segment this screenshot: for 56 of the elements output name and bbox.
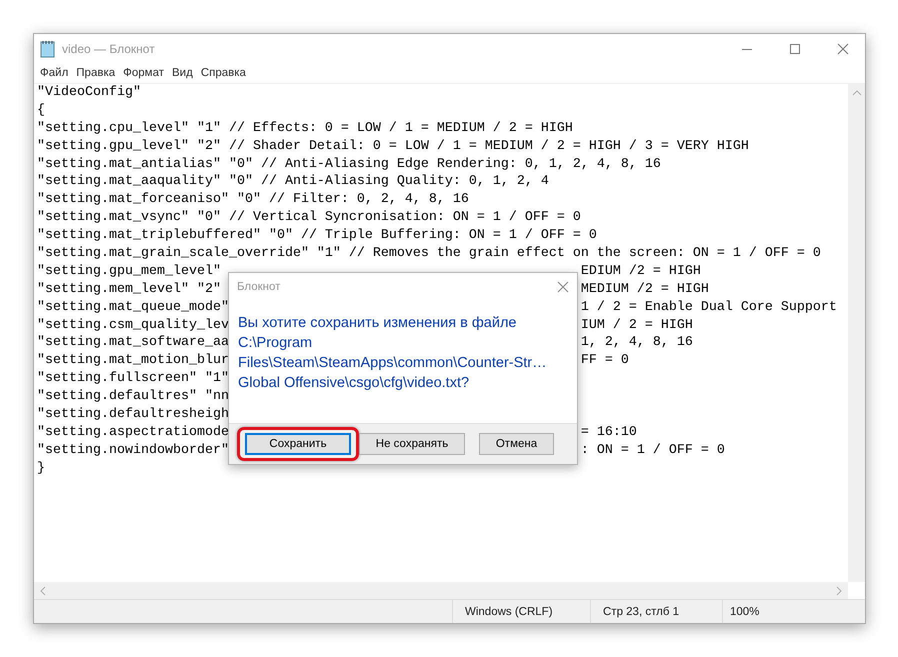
menu-item[interactable]: Формат bbox=[119, 67, 168, 79]
code-line: IUM / 2 = HIGH bbox=[580, 316, 693, 334]
code-line: "setting.mat_forceaniso" "0" // Filter: 0, 2, 4, 8, 16 bbox=[37, 191, 469, 210]
code-line: } bbox=[37, 460, 45, 478]
code-line: "setting.mat_vsync" "0" // Vertical Syncronisation: ON = 1 / OFF = 0 bbox=[37, 209, 581, 228]
code-line: "setting.aspectratiomode bbox=[37, 424, 229, 440]
dialog-button[interactable]: Не сохранять bbox=[359, 433, 465, 455]
close-icon[interactable] bbox=[557, 281, 569, 293]
code-line: "setting.gpu_level" "2" // Shader Detail: 0 = LOW / 1 = MEDIUM / 2 = HIGH / 3 = VERY HIGH bbox=[37, 138, 749, 156]
dialog-title: Блокнот bbox=[237, 281, 280, 293]
menu-item[interactable]: Правка bbox=[72, 67, 120, 79]
scroll-left-icon[interactable] bbox=[40, 586, 46, 596]
code-line: : ON = 1 / OFF = 0 bbox=[580, 442, 725, 460]
code-line: "setting.gpu_mem_level" bbox=[37, 264, 221, 279]
code-line: "setting.mat_aaquality" "0" // Anti-Aliasing Quality: 0, 1, 2, 4 bbox=[37, 173, 549, 192]
vertical-scrollbar[interactable] bbox=[848, 84, 865, 582]
window-title: video — Блокнот bbox=[62, 42, 155, 56]
code-line: "VideoConfig" bbox=[37, 84, 141, 102]
maximize-icon[interactable] bbox=[789, 42, 801, 54]
code-line: "setting.cpu_level" "1" // Effects: 0 = LOW / 1 = MEDIUM / 2 = HIGH bbox=[37, 120, 573, 138]
code-line: "setting.mem_level" "2" bbox=[37, 282, 221, 297]
code-line: { bbox=[37, 102, 45, 120]
code-line: "setting.defaultresheigh bbox=[37, 407, 229, 422]
horizontal-scrollbar[interactable] bbox=[34, 582, 848, 599]
dialog-message: C:\Program bbox=[238, 334, 314, 353]
code-line: EDIUM /2 = HIGH bbox=[580, 262, 701, 281]
code-line: "setting.mat_triplebuffered" "0" // Triple Buffering: ON = 1 / OFF = 0 bbox=[37, 227, 597, 246]
notepad-icon bbox=[40, 40, 56, 58]
code-line: FF = 0 bbox=[580, 352, 629, 370]
close-icon[interactable] bbox=[837, 42, 849, 54]
menu-item[interactable]: Файл bbox=[36, 67, 72, 79]
scroll-right-icon[interactable] bbox=[836, 586, 842, 596]
dialog-button[interactable]: Сохранить bbox=[245, 433, 351, 455]
code-line: MEDIUM /2 = HIGH bbox=[580, 280, 709, 299]
menu-item[interactable]: Справка bbox=[196, 67, 250, 79]
code-line: = 16:10 bbox=[580, 424, 637, 442]
code-line: "setting.defaultres" "nn bbox=[37, 389, 229, 404]
dialog-message: Global Offensive\csgo\cfg\video.txt? bbox=[238, 374, 470, 393]
code-line: "setting.mat_antialias" "0" // Anti-Aliasing Edge Rendering: 0, 1, 2, 4, 8, 16 bbox=[37, 156, 661, 174]
code-line: 1, 2, 4, 8, 16 bbox=[580, 334, 693, 352]
code-line: "setting.mat_motion_blur bbox=[37, 353, 229, 368]
code-line: "setting.mat_queue_mode" bbox=[37, 300, 229, 315]
dialog-message: Вы хотите сохранить изменения в файле bbox=[238, 314, 518, 333]
status-text: Стр 23, стлб 1 bbox=[590, 600, 722, 623]
code-line: "setting.mat_software_aa bbox=[37, 335, 229, 350]
dialog-message: Files\Steam\SteamApps\common\Counter-Str… bbox=[238, 354, 548, 373]
code-line: "setting.mat_grain_scale_override" "1" // Removes the grain effect on the screen: ON = 1 / OFF = 0 bbox=[37, 245, 821, 263]
code-line: "setting.nowindowborder" bbox=[37, 442, 229, 458]
dialog-button[interactable]: Отмена bbox=[479, 433, 554, 455]
code-line: "setting.fullscreen" "1" bbox=[37, 371, 229, 386]
status-text: Windows (CRLF) bbox=[452, 600, 590, 623]
status-text: 100% bbox=[722, 600, 865, 623]
menu-item[interactable]: Вид bbox=[168, 67, 197, 79]
code-line: 1 / 2 = Enable Dual Core Support bbox=[580, 298, 837, 317]
scroll-up-icon[interactable] bbox=[852, 90, 862, 96]
code-line: "setting.csm_quality_lev bbox=[37, 318, 229, 333]
